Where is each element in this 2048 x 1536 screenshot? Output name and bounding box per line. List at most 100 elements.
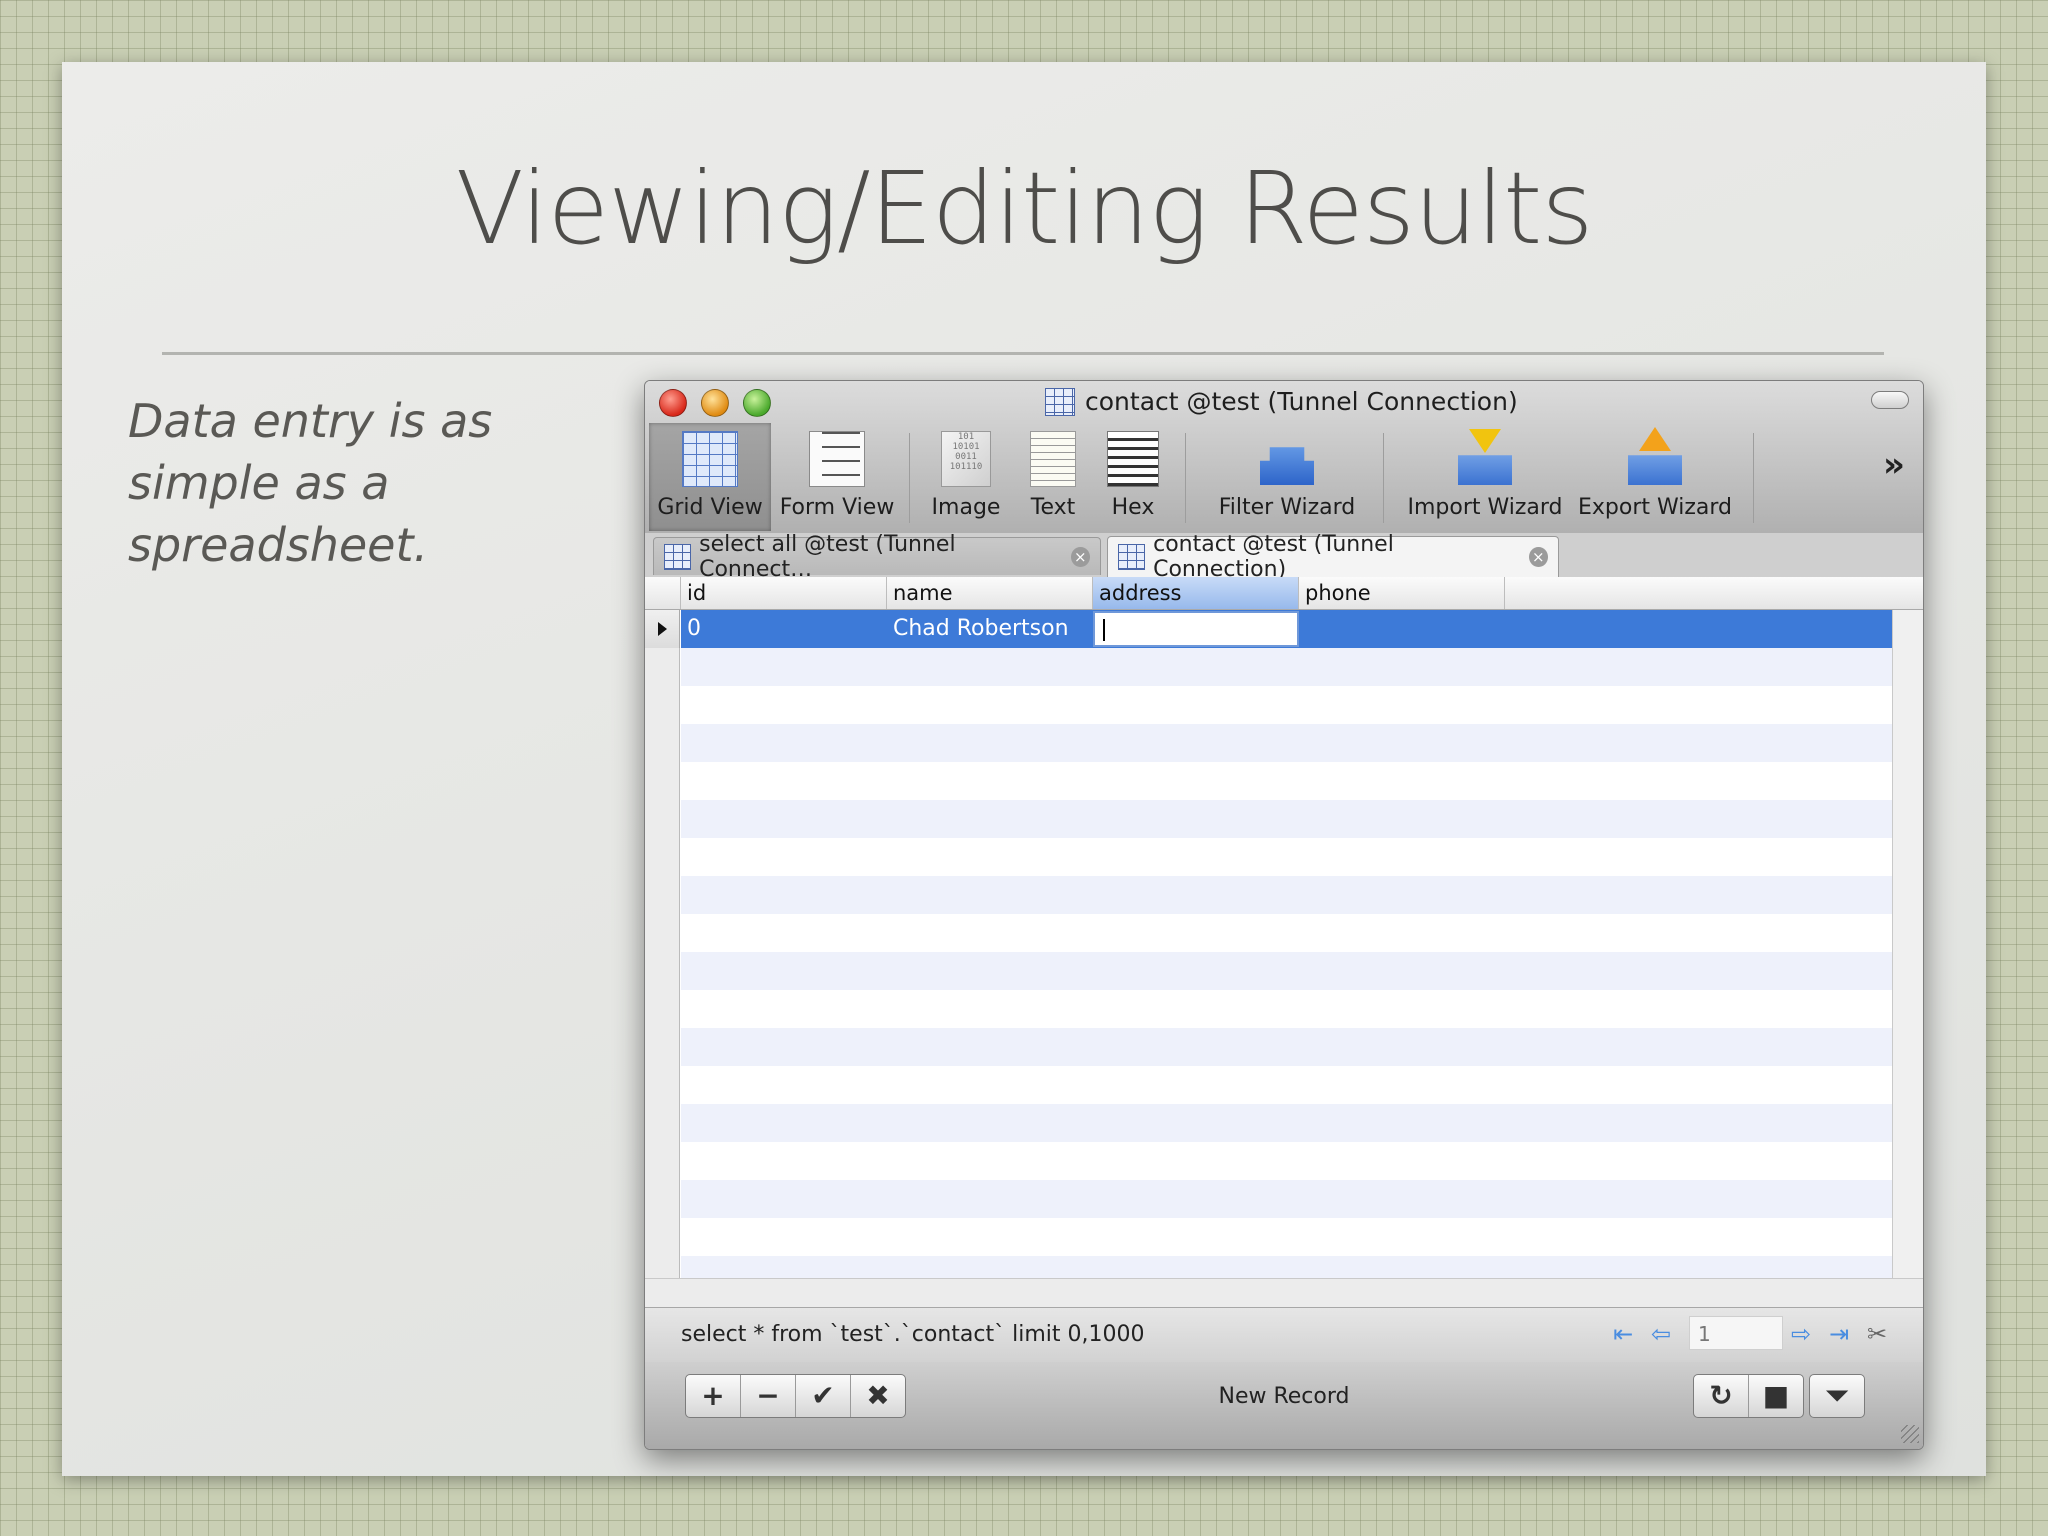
empty-row	[681, 876, 1893, 914]
text-button[interactable]: Text	[1015, 423, 1091, 531]
empty-row	[681, 762, 1893, 800]
toolbar-overflow-button[interactable]: »	[1883, 445, 1905, 485]
toolbar-separator	[1753, 433, 1754, 523]
tab-label: select all @test (Tunnel Connect…	[699, 531, 956, 582]
sql-query-text[interactable]: select * from `test`.`contact` limit 0,1…	[681, 1322, 1144, 1347]
table-row[interactable]: 0 Chad Robertson	[681, 610, 1893, 648]
window-chrome: contact @test (Tunnel Connection) Grid V…	[645, 381, 1923, 534]
resize-grip-icon[interactable]	[1901, 1425, 1919, 1443]
filter-wizard-label: Filter Wizard	[1218, 495, 1356, 520]
window-title-text: contact @test (Tunnel Connection)	[1085, 387, 1518, 416]
current-row-indicator[interactable]	[645, 610, 680, 648]
form-view-button[interactable]: Form View	[775, 423, 899, 531]
toolbar-separator	[1185, 433, 1186, 523]
empty-row	[681, 686, 1893, 724]
grid-view-label: Grid View	[657, 495, 763, 520]
empty-row	[681, 1066, 1893, 1104]
form-view-icon	[809, 431, 865, 487]
first-page-icon[interactable]: ⇤	[1613, 1320, 1633, 1348]
grid-rows: 0 Chad Robertson	[681, 610, 1893, 1294]
grid-view-button[interactable]: Grid View	[649, 423, 771, 531]
column-header-address[interactable]: address	[1093, 577, 1299, 609]
empty-row	[681, 914, 1893, 952]
horizontal-scrollbar[interactable]	[645, 1278, 1923, 1307]
export-arrow-icon	[1639, 427, 1671, 451]
previous-page-icon[interactable]: ⇦	[1651, 1320, 1671, 1348]
image-icon: 101 10101 0011 101110	[941, 431, 991, 487]
empty-row	[681, 724, 1893, 762]
grid-header: id name address phone	[645, 577, 1923, 610]
export-wizard-button[interactable]: Export Wizard	[1575, 423, 1735, 531]
zoom-window-button[interactable]	[743, 389, 771, 417]
toolbar-separator	[1383, 433, 1384, 523]
empty-row	[681, 990, 1893, 1028]
image-label: Image	[931, 495, 1001, 520]
stop-button[interactable]: ■	[1749, 1375, 1803, 1417]
cell-address-editor[interactable]	[1093, 611, 1299, 647]
results-grid: id name address phone 0 Chad Robertson	[645, 577, 1923, 1307]
toolbar-toggle-button[interactable]	[1871, 391, 1909, 409]
toolbar-separator	[909, 433, 910, 523]
hex-icon	[1107, 431, 1159, 487]
text-icon	[1030, 431, 1076, 487]
image-button[interactable]: 101 10101 0011 101110 Image	[921, 423, 1011, 531]
grid-view-icon	[682, 431, 738, 487]
sql-bar: select * from `test`.`contact` limit 0,1…	[645, 1307, 1923, 1363]
tools-icon[interactable]: ✂	[1867, 1320, 1887, 1348]
panel-menu-group: ⏷	[1809, 1374, 1865, 1418]
close-window-button[interactable]	[659, 389, 687, 417]
query-icon	[664, 543, 692, 570]
tab-label: contact @test (Tunnel Connection)	[1153, 532, 1394, 582]
cell-phone[interactable]	[1299, 610, 1505, 648]
column-header-phone[interactable]: phone	[1299, 577, 1505, 609]
slide-title: Viewing/Editing Results	[455, 150, 1594, 267]
cell-id[interactable]: 0	[681, 610, 887, 648]
form-view-label: Form View	[779, 495, 895, 520]
title-divider	[162, 352, 1884, 355]
empty-row	[681, 800, 1893, 838]
last-page-icon[interactable]: ⇥	[1829, 1320, 1849, 1348]
column-header-name[interactable]: name	[887, 577, 1093, 609]
bottom-bar: + − ✔ ✖ New Record ↻ ■ ⏷	[645, 1362, 1923, 1449]
row-gutter	[645, 648, 680, 1279]
page-number-input[interactable]: 1	[1689, 1316, 1783, 1350]
import-wizard-button[interactable]: Import Wizard	[1405, 423, 1565, 531]
table-icon	[1118, 544, 1146, 570]
filter-wizard-button[interactable]: Filter Wizard	[1217, 423, 1357, 531]
hex-label: Hex	[1111, 495, 1155, 520]
slide-bullet: Data entry is as simple as a spreadsheet…	[128, 394, 493, 572]
panel-menu-button[interactable]: ⏷	[1810, 1375, 1864, 1417]
refresh-button[interactable]: ↻	[1694, 1375, 1749, 1417]
hex-button[interactable]: Hex	[1095, 423, 1171, 531]
window-title: contact @test (Tunnel Connection)	[1045, 387, 1518, 416]
text-caret	[1103, 619, 1105, 641]
empty-row	[681, 1142, 1893, 1180]
table-icon	[1045, 387, 1075, 416]
query-buttons: ↻ ■	[1693, 1374, 1804, 1418]
close-tab-icon[interactable]: ×	[1070, 546, 1090, 567]
empty-row	[681, 648, 1893, 686]
toolbar: Grid View Form View 101 10101 0011 101110 I…	[645, 423, 1923, 533]
empty-row	[681, 1028, 1893, 1066]
vertical-scrollbar[interactable]	[1892, 610, 1923, 1279]
empty-row	[681, 952, 1893, 990]
minimize-window-button[interactable]	[701, 389, 729, 417]
text-label: Text	[1030, 495, 1076, 520]
app-window: contact @test (Tunnel Connection) Grid V…	[644, 380, 1924, 1450]
import-arrow-icon	[1469, 429, 1501, 453]
empty-row	[681, 838, 1893, 876]
tab-select-all[interactable]: select all @test (Tunnel Connect… ×	[653, 532, 1101, 582]
empty-row	[681, 1180, 1893, 1218]
grid-corner	[645, 577, 681, 609]
filter-wizard-icon	[1260, 447, 1314, 485]
next-page-icon[interactable]: ⇨	[1791, 1320, 1811, 1348]
tab-contact[interactable]: contact @test (Tunnel Connection) ×	[1107, 532, 1559, 582]
close-tab-icon[interactable]: ×	[1528, 547, 1548, 567]
empty-row	[681, 1104, 1893, 1142]
cell-name[interactable]: Chad Robertson	[887, 610, 1093, 648]
tab-bar: select all @test (Tunnel Connect… × cont…	[645, 532, 1923, 582]
empty-row	[681, 1218, 1893, 1256]
export-wizard-label: Export Wizard	[1577, 495, 1733, 520]
column-header-id[interactable]: id	[681, 577, 887, 609]
import-wizard-label: Import Wizard	[1407, 495, 1563, 520]
